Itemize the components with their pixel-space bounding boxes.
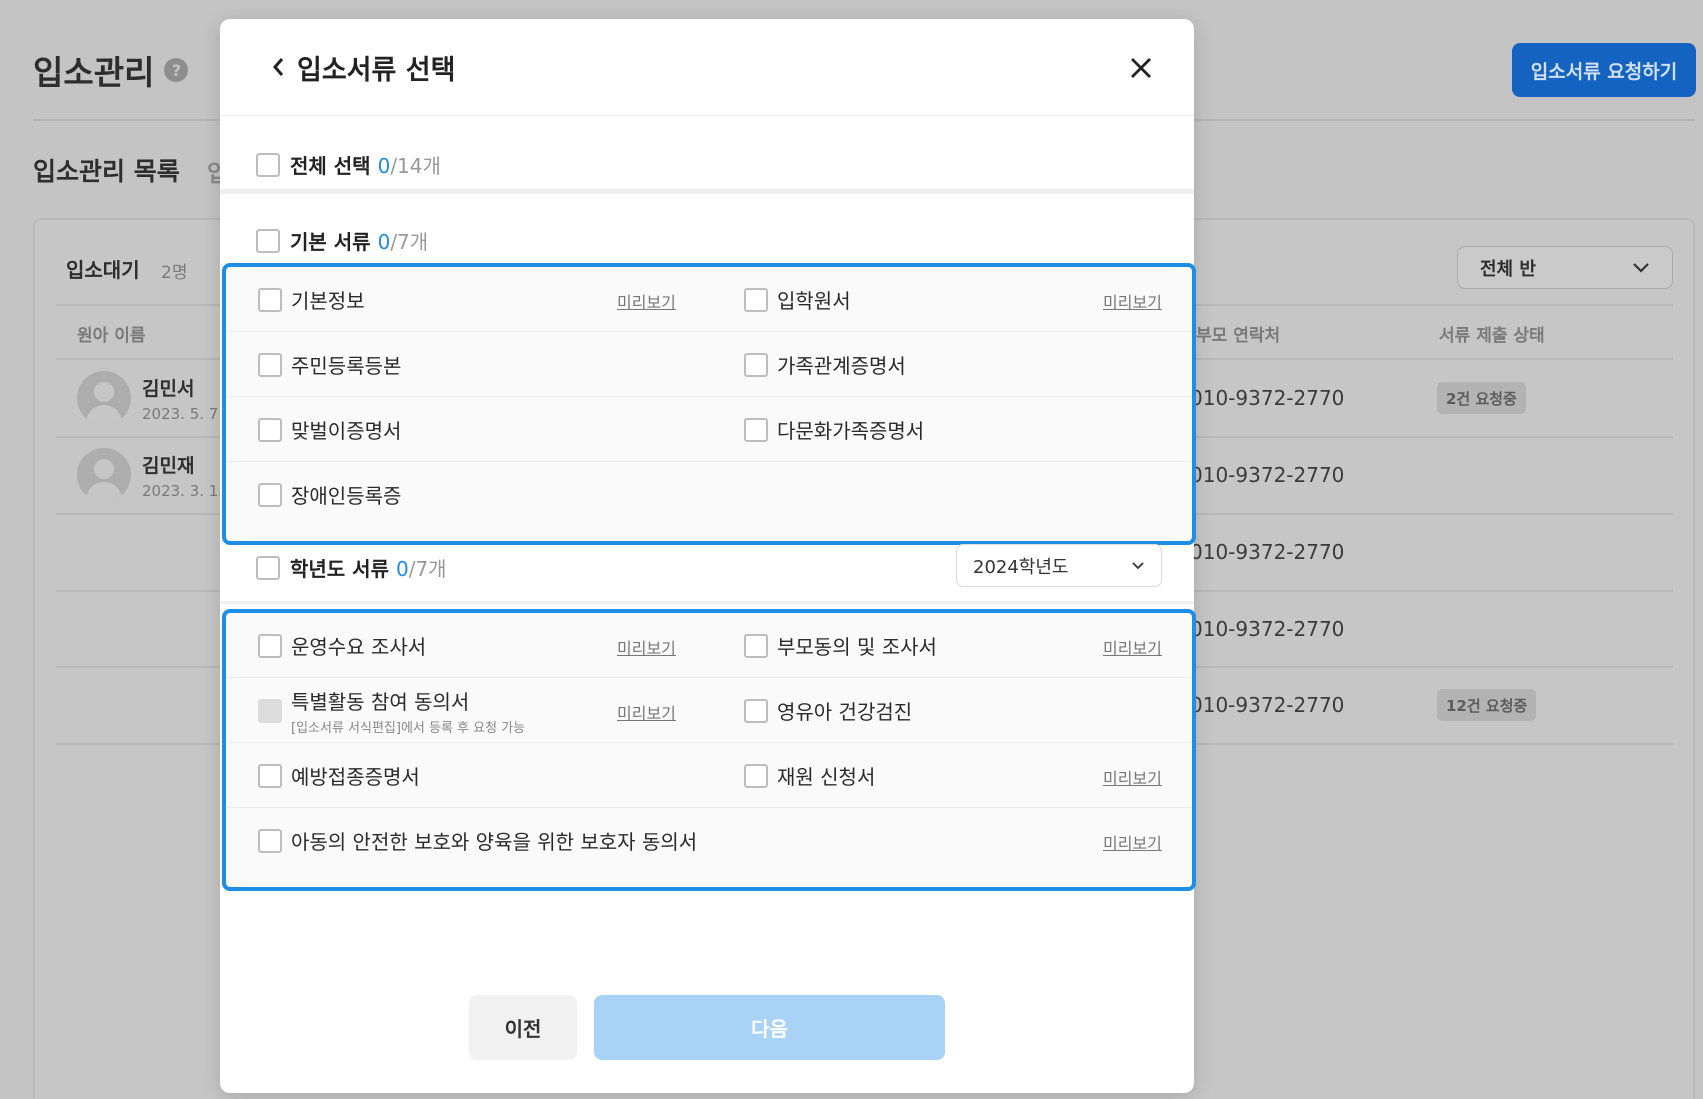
parent-phone: 010-9372-2770 [1190,693,1345,717]
doc-item-operation-survey[interactable]: 운영수요 조사서 [258,613,426,678]
waiting-tab-label[interactable]: 입소대기 [66,254,140,283]
child-date: 2023. 3. 15 [142,482,228,500]
avatar [77,448,131,502]
doc-checkbox[interactable] [258,287,282,312]
modal-title: 입소서류 선택 [297,55,456,86]
section-separator [220,601,1194,604]
chevron-down-icon [1633,262,1649,273]
previous-button[interactable]: 이전 [469,995,577,1060]
preview-link[interactable]: 미리보기 [617,289,676,313]
preview-link[interactable]: 미리보기 [1103,635,1162,659]
basic-docs-group-row[interactable]: 기본 서류 0/7개 [256,226,428,255]
doc-item-enrollment-application[interactable]: 재원 신청서 [744,743,875,808]
avatar [77,371,131,425]
select-all-label: 전체 선택 [290,154,371,178]
basic-docs-count: 0/7개 [377,230,429,254]
list-item: 맞벌이증명서 다문화가족증명서 [226,397,1192,462]
column-header-name: 원아 이름 [77,326,146,346]
doc-checkbox[interactable] [258,763,282,788]
child-name[interactable]: 김민서 [142,374,194,401]
preview-link[interactable]: 미리보기 [617,635,676,659]
parent-phone: 010-9372-2770 [1190,463,1345,487]
request-documents-button[interactable]: 입소서류 요청하기 [1512,43,1696,97]
list-title: 입소관리 목록 [33,157,180,186]
doc-checkbox[interactable] [744,698,768,723]
doc-item-dual-income[interactable]: 맞벌이증명서 [258,397,401,462]
doc-checkbox[interactable] [744,633,768,658]
doc-item-family-relation[interactable]: 가족관계증명서 [744,332,906,397]
page-title: 입소관리 ? [33,46,189,94]
parent-phone: 010-9372-2770 [1190,617,1345,641]
doc-checkbox[interactable] [258,417,282,442]
doc-item-application[interactable]: 입학원서 [744,267,851,332]
doc-checkbox[interactable] [744,352,768,377]
list-item: 장애인등록증 [226,462,1192,527]
list-item: 운영수요 조사서 미리보기 부모동의 및 조사서 미리보기 [226,613,1192,678]
doc-note: [입소서류 서식편집]에서 등록 후 요청 가능 [291,720,526,736]
basic-docs-list: 기본정보 미리보기 입학원서 미리보기 주민등록등본 가족관계증명서 맞벌이증명… [222,263,1196,545]
yearly-docs-label: 학년도 서류 [290,557,389,581]
doc-checkbox[interactable] [744,763,768,788]
waiting-count: 2명 [161,263,188,283]
column-header-phone: 부모 연락처 [1196,326,1281,346]
yearly-docs-checkbox[interactable] [256,555,280,580]
help-icon[interactable]: ? [164,58,189,82]
doc-checkbox[interactable] [744,287,768,312]
modal-header: 입소서류 선택 [220,19,1194,116]
child-date: 2023. 5. 7. [142,405,224,423]
select-all-row[interactable]: 전체 선택 0/14개 [256,150,441,179]
doc-item-health-checkup[interactable]: 영유아 건강검진 [744,678,912,743]
next-button[interactable]: 다음 [594,995,945,1060]
chevron-left-icon [273,58,284,76]
doc-item-parent-consent[interactable]: 부모동의 및 조사서 [744,613,937,678]
document-select-modal: 입소서류 선택 전체 선택 0/14개 기본 서류 0/7개 기본정보 미리보기… [220,19,1196,1093]
doc-item-resident-registration[interactable]: 주민등록등본 [258,332,401,397]
list-item: 특별활동 참여 동의서 [입소서류 서식편집]에서 등록 후 요청 가능 미리보… [226,678,1192,743]
select-all-checkbox[interactable] [256,152,280,177]
list-item: 기본정보 미리보기 입학원서 미리보기 [226,267,1192,332]
close-button[interactable] [1122,49,1160,87]
list-item: 예방접종증명서 재원 신청서 미리보기 [226,743,1192,808]
back-button[interactable] [264,51,292,83]
doc-checkbox-disabled [258,698,282,723]
column-header-status: 서류 제출 상태 [1439,326,1545,346]
doc-checkbox[interactable] [258,633,282,658]
select-all-count: 0/14개 [377,154,441,178]
status-badge: 12건 요청중 [1437,689,1537,721]
doc-checkbox[interactable] [744,417,768,442]
list-item: 아동의 안전한 보호와 양육을 위한 보호자 동의서 미리보기 [226,808,1192,873]
parent-phone: 010-9372-2770 [1190,386,1345,410]
close-icon [1131,58,1151,78]
doc-checkbox[interactable] [258,352,282,377]
parent-phone: 010-9372-2770 [1190,540,1345,564]
basic-docs-checkbox[interactable] [256,228,280,253]
preview-link[interactable]: 미리보기 [617,700,676,724]
status-badge: 2건 요청중 [1437,382,1526,414]
yearly-docs-list: 운영수요 조사서 미리보기 부모동의 및 조사서 미리보기 특별활동 참여 동의… [222,609,1196,891]
list-item: 주민등록등본 가족관계증명서 [226,332,1192,397]
doc-item-vaccination[interactable]: 예방접종증명서 [258,743,420,808]
yearly-docs-count: 0/7개 [395,557,447,581]
class-filter-select[interactable]: 전체 반 [1457,246,1673,289]
doc-item-special-activity: 특별활동 참여 동의서 [입소서류 서식편집]에서 등록 후 요청 가능 [258,678,525,743]
preview-link[interactable]: 미리보기 [1103,830,1162,854]
section-separator [220,189,1194,194]
doc-checkbox[interactable] [258,828,282,853]
child-name[interactable]: 김민재 [142,451,194,478]
doc-item-multicultural[interactable]: 다문화가족증명서 [744,397,924,462]
preview-link[interactable]: 미리보기 [1103,289,1162,313]
yearly-docs-group-row[interactable]: 학년도 서류 0/7개 [256,553,447,582]
school-year-select[interactable]: 2024학년도 [956,544,1162,587]
doc-item-basic-info[interactable]: 기본정보 [258,267,365,332]
doc-item-guardian-consent[interactable]: 아동의 안전한 보호와 양육을 위한 보호자 동의서 [258,808,697,873]
preview-link[interactable]: 미리보기 [1103,765,1162,789]
doc-item-disability[interactable]: 장애인등록증 [258,462,401,527]
doc-checkbox[interactable] [258,482,282,507]
chevron-down-icon [1132,561,1144,569]
basic-docs-label: 기본 서류 [290,230,371,254]
